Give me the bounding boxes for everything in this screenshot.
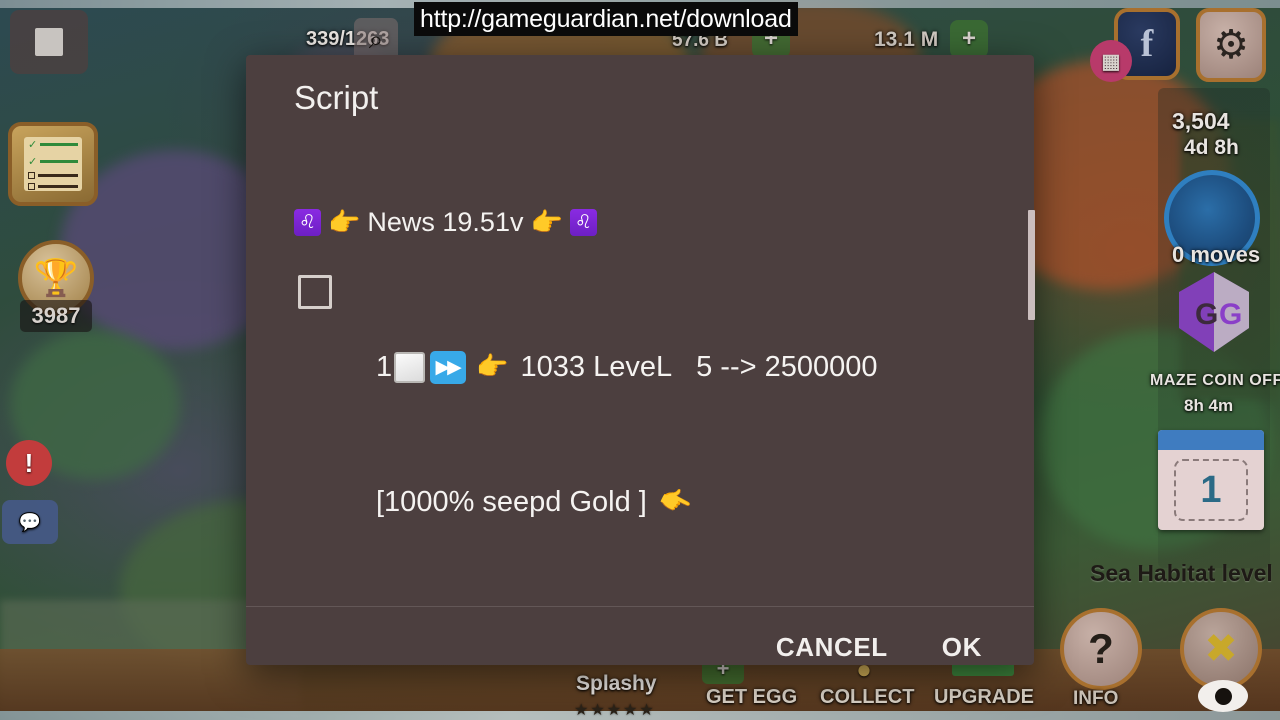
star-icon: ★: [623, 702, 638, 719]
list-item-note: [1000% seepd Gold ]: [376, 485, 647, 518]
star-icon: ★: [606, 702, 622, 719]
pet-star-rating: ★ ★ ★ ★ ★: [574, 700, 654, 720]
stop-square-icon: [35, 28, 63, 56]
pointing-hand-icon-left: 👉: [328, 207, 361, 238]
white-square-icon: [394, 351, 426, 383]
shop-badge-icon[interactable]: ▦: [1090, 40, 1132, 82]
pointing-hand-icon-right: 👉: [530, 207, 563, 238]
dialog-subtitle-text: News 19.51v: [367, 207, 524, 237]
dialog-title: Script: [294, 79, 379, 116]
dialog-scrollbar-thumb[interactable]: [1028, 210, 1035, 320]
script-dialog: Script ♌ 👉 News 19.51v 👉 ♌ 1 ▶▶ �: [246, 55, 1034, 665]
dialog-subtitle: ♌ 👉 News 19.51v 👉 ♌: [294, 207, 597, 238]
gameguardian-logo: G G: [1175, 270, 1253, 354]
level-number: 1: [1174, 459, 1248, 521]
star-icon: ★: [639, 702, 654, 719]
star-icon: ★: [590, 702, 605, 719]
leo-badge-icon-left: ♌: [294, 209, 321, 236]
level-card[interactable]: 1: [1158, 430, 1264, 530]
level-card-header: [1158, 430, 1264, 450]
dialog-actions: CANCEL OK: [246, 620, 1034, 665]
info-button[interactable]: ?: [1060, 608, 1142, 690]
quests-button[interactable]: ✓ ✓: [8, 122, 98, 206]
gg-overlay-stop-button[interactable]: [10, 10, 88, 74]
list-item-value: 5 --> 2500000: [696, 350, 878, 383]
screen-root: 339/1263 ⌕ 57.6 B 13.1 M + + f ⚙ ▦ ✓ ✓ 🏆…: [0, 0, 1280, 720]
script-list[interactable]: 1 ▶▶ 👉 1033 LeveL 5 --> 2500000 [1000% s…: [246, 251, 1034, 604]
ok-button[interactable]: OK: [938, 620, 986, 665]
maze-wheel-icon: [1164, 170, 1260, 266]
list-item-title: 1033 LeveL: [520, 350, 673, 383]
eye-icon[interactable]: [1198, 680, 1248, 712]
trophy-count: 3987: [20, 300, 92, 332]
decorate-button[interactable]: ✖: [1180, 608, 1262, 690]
list-item[interactable]: 1 ▶▶ 👉 1033 LeveL 5 --> 2500000 [1000% s…: [246, 255, 1034, 604]
chat-badge-icon[interactable]: 💬: [2, 500, 58, 544]
svg-text:G: G: [1219, 298, 1242, 331]
list-item-index: 1: [376, 350, 393, 383]
url-text: http://gameguardian.net/download: [420, 4, 792, 33]
fast-forward-icon: ▶▶: [430, 350, 467, 384]
pointing-hand-icon: 👉: [476, 352, 509, 383]
cancel-button[interactable]: CANCEL: [772, 620, 892, 665]
level-card-body: 1: [1158, 450, 1264, 530]
gear-icon[interactable]: ⚙: [1196, 8, 1266, 82]
pointing-hand-icon-down: 👉: [653, 481, 697, 524]
dialog-divider: [246, 606, 1034, 607]
list-item-checkbox[interactable]: [298, 275, 332, 309]
add-cash-button[interactable]: +: [950, 20, 988, 58]
list-item-text: 1 ▶▶ 👉 1033 LeveL 5 --> 2500000 [1000% s…: [376, 255, 878, 604]
star-icon: ★: [574, 702, 589, 719]
url-overlay-banner: http://gameguardian.net/download: [414, 2, 798, 36]
svg-text:G: G: [1195, 298, 1218, 331]
leo-badge-icon-right: ♌: [569, 209, 597, 236]
alert-badge-icon[interactable]: !: [6, 440, 52, 486]
